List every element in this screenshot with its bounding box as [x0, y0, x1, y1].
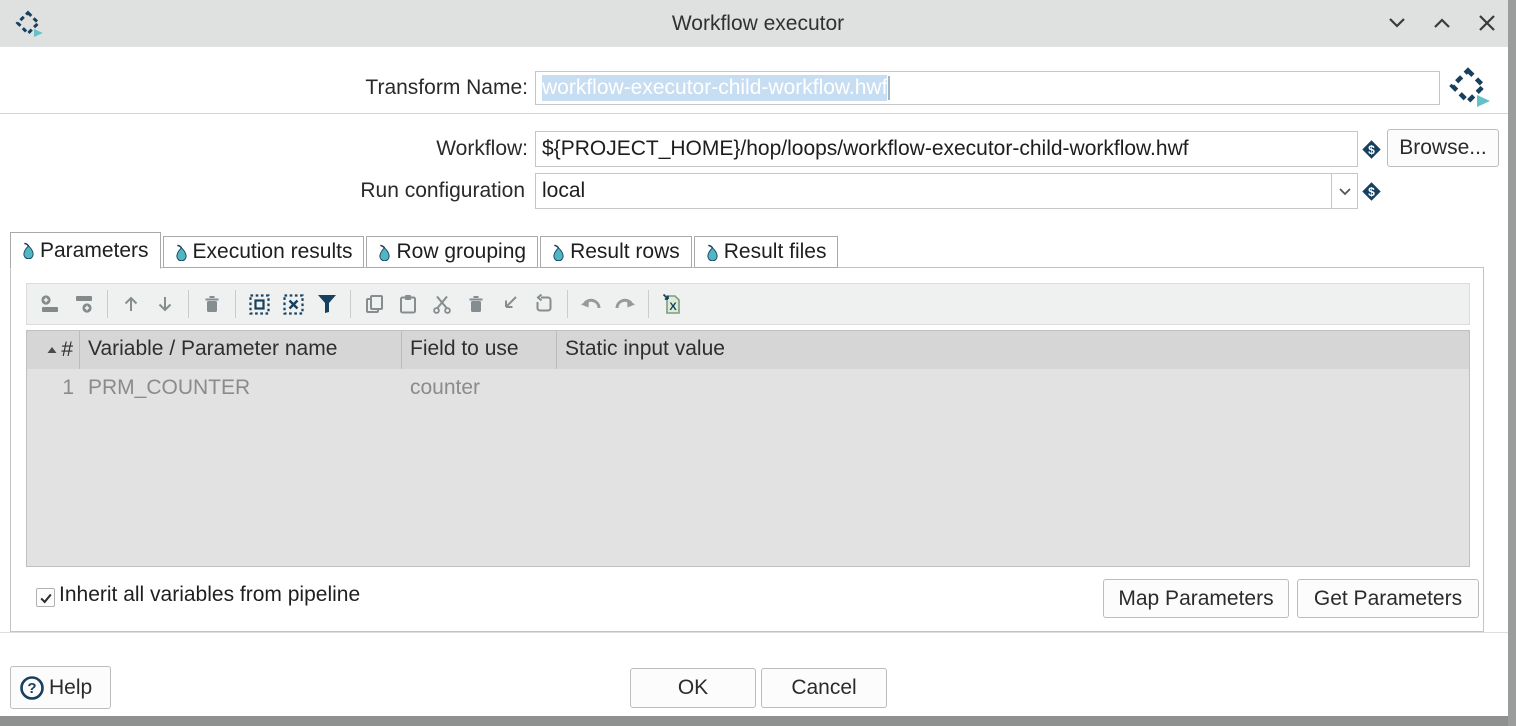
parameters-tab-panel: X # Variable / Parameter name Field to u…: [10, 267, 1484, 632]
window-right-edge: [1508, 0, 1516, 726]
toolbar-separator: [350, 290, 351, 318]
clear-selection-icon[interactable]: [278, 288, 308, 320]
chevron-up-icon: [1431, 12, 1453, 34]
parameters-table: # Variable / Parameter name Field to use…: [26, 330, 1470, 567]
chevron-down-icon: [1337, 183, 1353, 199]
toolbar-separator: [567, 290, 568, 318]
inherit-variables-label[interactable]: Inherit all variables from pipeline: [59, 583, 411, 607]
variable-dollar-icon: $: [1361, 139, 1382, 165]
titlebar: Workflow executor: [0, 0, 1516, 47]
browse-button[interactable]: Browse...: [1387, 129, 1499, 167]
svg-text:$: $: [1368, 143, 1375, 157]
clear-rows-icon[interactable]: [197, 288, 227, 320]
table-row[interactable]: 1 PRM_COUNTER counter: [27, 369, 1469, 407]
paste-rows-icon[interactable]: [393, 288, 423, 320]
tab-result-rows[interactable]: Result rows: [540, 236, 692, 268]
get-parameters-button[interactable]: Get Parameters: [1297, 579, 1479, 618]
run-configuration-combo[interactable]: local: [535, 173, 1358, 209]
redo-icon[interactable]: [610, 288, 640, 320]
cell-static-input-value[interactable]: [557, 369, 1469, 407]
column-header-variable-name[interactable]: Variable / Parameter name: [80, 331, 402, 369]
sort-ascending-icon: [47, 346, 57, 354]
hop-drop-icon: [175, 244, 188, 261]
window-bottom-edge: [0, 716, 1516, 726]
tab-parameters[interactable]: Parameters: [10, 232, 161, 269]
run-configuration-label: Run configuration: [0, 173, 525, 209]
shade-button[interactable]: [1384, 11, 1410, 37]
text-caret: [888, 76, 890, 100]
insert-row-after-icon[interactable]: [69, 288, 99, 320]
run-configuration-value: local: [542, 179, 585, 203]
divider: [0, 632, 1516, 633]
tab-strip: Parameters Execution results Row groupin…: [10, 231, 840, 268]
divider: [0, 113, 1516, 114]
cell-variable-name[interactable]: PRM_COUNTER: [80, 369, 402, 407]
hop-drop-icon: [22, 242, 35, 259]
run-configuration-dropdown-button[interactable]: [1331, 174, 1357, 208]
undo-icon[interactable]: [576, 288, 606, 320]
keep-selected-rows-icon[interactable]: [495, 288, 525, 320]
tab-label: Result files: [724, 240, 827, 264]
tab-label: Parameters: [40, 239, 149, 263]
toolbar-separator: [107, 290, 108, 318]
tab-result-files[interactable]: Result files: [694, 236, 839, 268]
ok-button[interactable]: OK: [630, 668, 756, 708]
workflow-filename-value: ${PROJECT_HOME}/hop/loops/workflow-execu…: [542, 137, 1189, 161]
transform-name-label: Transform Name:: [0, 71, 528, 105]
move-rows-up-icon[interactable]: [116, 288, 146, 320]
hop-drop-icon: [706, 244, 719, 261]
column-header-row-number[interactable]: #: [27, 331, 80, 369]
transform-name-input[interactable]: workflow-executor-child-workflow.hwf: [535, 71, 1440, 105]
move-rows-down-icon[interactable]: [150, 288, 180, 320]
export-excel-icon[interactable]: X: [657, 288, 687, 320]
table-toolbar: X: [26, 283, 1470, 325]
hop-drop-icon: [378, 244, 391, 261]
column-header-field-to-use[interactable]: Field to use: [402, 331, 557, 369]
svg-text:?: ?: [27, 680, 36, 697]
workflow-executor-dialog: Workflow executor Transform Name: workfl…: [0, 0, 1516, 726]
toolbar-separator: [188, 290, 189, 318]
table-header: # Variable / Parameter name Field to use…: [27, 331, 1469, 369]
hop-drop-icon: [552, 244, 565, 261]
workflow-filename-input[interactable]: ${PROJECT_HOME}/hop/loops/workflow-execu…: [535, 131, 1358, 167]
check-icon: [39, 591, 53, 605]
variable-dollar-icon: $: [1361, 181, 1382, 207]
toolbar-separator: [235, 290, 236, 318]
svg-text:X: X: [669, 301, 677, 313]
copy-row-to-all-icon[interactable]: [529, 288, 559, 320]
cell-row-number: 1: [27, 369, 80, 407]
tab-label: Execution results: [193, 240, 353, 264]
cut-rows-icon[interactable]: [427, 288, 457, 320]
cancel-button[interactable]: Cancel: [761, 668, 887, 708]
column-header-static-input-value[interactable]: Static input value: [557, 331, 1469, 369]
delete-rows-icon[interactable]: [461, 288, 491, 320]
transform-name-value: workflow-executor-child-workflow.hwf: [542, 75, 887, 101]
cell-field-to-use[interactable]: counter: [402, 369, 557, 407]
tab-label: Result rows: [570, 240, 680, 264]
window-title: Workflow executor: [0, 0, 1516, 47]
chevron-down-icon: [1386, 12, 1408, 34]
help-button[interactable]: ? Help: [10, 666, 111, 709]
inherit-variables-checkbox[interactable]: [36, 588, 55, 607]
filtered-selection-icon[interactable]: [312, 288, 342, 320]
tab-label: Row grouping: [396, 240, 526, 264]
workflow-executor-transform-icon: [1444, 62, 1492, 115]
copy-rows-icon[interactable]: [359, 288, 389, 320]
svg-text:$: $: [1368, 185, 1375, 199]
select-all-rows-icon[interactable]: [244, 288, 274, 320]
maximize-button[interactable]: [1429, 11, 1455, 37]
close-icon: [1476, 12, 1498, 34]
map-parameters-button[interactable]: Map Parameters: [1103, 579, 1289, 618]
help-icon: ?: [19, 675, 45, 701]
workflow-label: Workflow:: [0, 131, 528, 167]
insert-row-before-icon[interactable]: [35, 288, 65, 320]
toolbar-separator: [648, 290, 649, 318]
help-label: Help: [49, 676, 92, 700]
tab-row-grouping[interactable]: Row grouping: [366, 236, 538, 268]
tab-execution-results[interactable]: Execution results: [163, 236, 365, 268]
close-button[interactable]: [1474, 11, 1500, 37]
table-body: 1 PRM_COUNTER counter: [27, 369, 1469, 566]
